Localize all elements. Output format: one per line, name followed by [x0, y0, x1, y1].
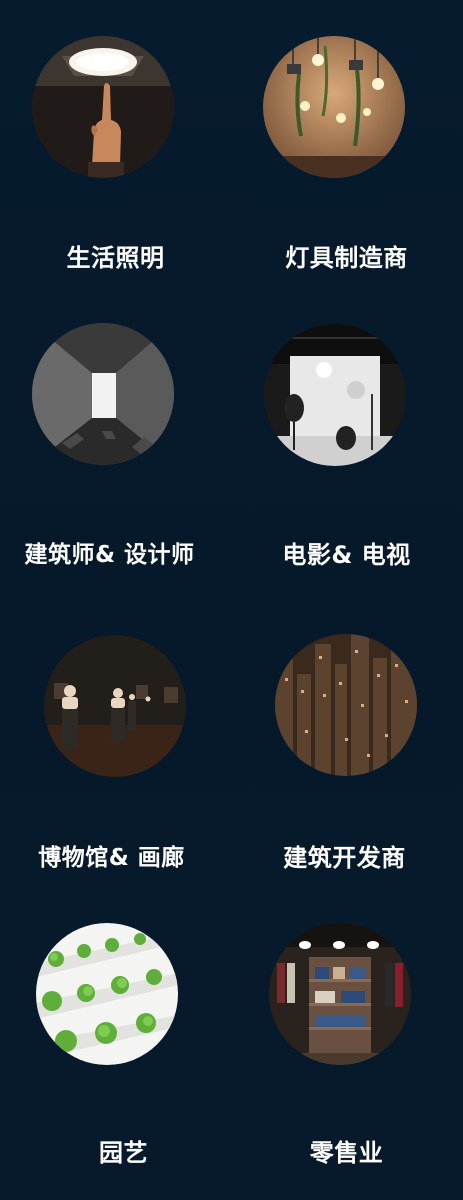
category-tile-lamp-manufacturers[interactable]: 灯具制造商	[231, 0, 462, 300]
property-developers-image[interactable]	[275, 634, 417, 776]
category-tile-home-lighting[interactable]: 生活照明	[0, 0, 231, 300]
category-tile-horticulture[interactable]: 园艺	[0, 900, 231, 1200]
category-tile-property-developers[interactable]: 建筑开发商	[231, 600, 462, 900]
category-tile-architects-designers[interactable]: 建筑师& 设计师	[0, 300, 231, 600]
museums-galleries-image[interactable]	[44, 635, 186, 777]
retail-image[interactable]	[269, 923, 411, 1065]
category-grid: 生活照明 灯具制造商 建筑师& 设计师 电影& 电视 博物馆& 画廊 建筑开发商…	[0, 0, 463, 1200]
category-label: 博物馆& 画廊	[38, 845, 185, 871]
category-label: 电影& 电视	[282, 541, 411, 569]
architects-designers-image[interactable]	[32, 323, 174, 465]
category-label: 灯具制造商	[285, 244, 408, 272]
category-label: 零售业	[309, 1139, 384, 1167]
film-tv-image[interactable]	[264, 324, 406, 466]
category-tile-retail[interactable]: 零售业	[231, 900, 462, 1200]
home-lighting-image[interactable]	[32, 36, 174, 178]
lamp-manufacturers-image[interactable]	[263, 36, 405, 178]
category-label: 建筑开发商	[283, 844, 406, 872]
category-label: 园艺	[99, 1139, 148, 1167]
category-tile-film-tv[interactable]: 电影& 电视	[231, 300, 462, 600]
horticulture-image[interactable]	[36, 923, 178, 1065]
category-label: 建筑师& 设计师	[24, 542, 195, 568]
category-tile-museums-galleries[interactable]: 博物馆& 画廊	[0, 600, 231, 900]
category-label: 生活照明	[66, 244, 165, 272]
